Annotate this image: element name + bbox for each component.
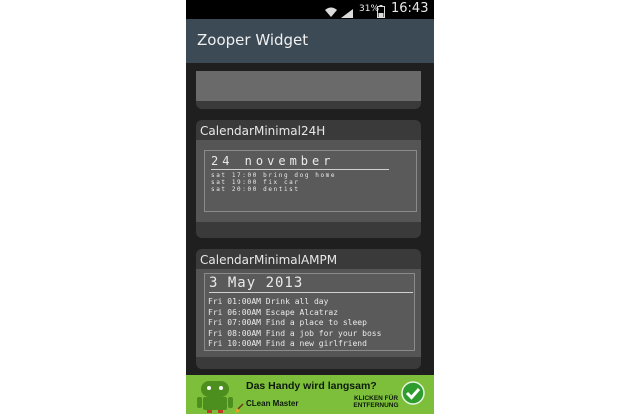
checkmark-icon[interactable] <box>401 381 425 409</box>
calendar-event: Fri 01:00AM Drink all day <box>208 297 329 306</box>
ad-banner[interactable]: Das Handy wird langsam? CLean Master KLI… <box>186 375 434 414</box>
calendar-date: 24 november <box>211 154 335 168</box>
calendar-event: Fri 06:00AM Escape Alcatraz <box>208 307 339 317</box>
widget-preview-partial <box>196 71 421 101</box>
widget-card-calendar-minimal-ampm[interactable]: CalendarMinimalAMPM 3 May 2013 Fri 01:00… <box>196 249 421 369</box>
calendar-event: Fri 10:00AM Find a new girlfriend <box>208 339 367 348</box>
broom-icon <box>234 399 245 414</box>
calendar-event: sat 20:00 dentist <box>211 186 300 193</box>
calendar-divider <box>211 169 389 170</box>
ad-cta-line: KLICKEN FÜR <box>353 395 399 402</box>
calendar-widget-preview: 24 november sat 17:00 bring dog home sat… <box>204 150 417 212</box>
widget-card-partial[interactable] <box>196 71 421 109</box>
calendar-event: sat 19:00 fix car <box>211 179 300 186</box>
calendar-date: 3 May 2013 <box>209 275 304 291</box>
app-bar: Zooper Widget <box>186 19 434 63</box>
battery-percent: 31% <box>359 4 380 14</box>
ad-cta-text[interactable]: KLICKEN FÜR ENTFERNUNG <box>350 395 402 409</box>
widget-card-title: CalendarMinimalAMPM <box>200 253 338 267</box>
ad-cta-line: ENTFERNUNG <box>353 402 399 409</box>
status-clock: 16:43 <box>391 1 429 16</box>
widget-card-title: CalendarMinimal24H <box>200 124 326 138</box>
status-bar: 31% 16:43 <box>186 0 434 19</box>
calendar-divider <box>209 292 413 293</box>
phone-screen: 31% 16:43 Zooper Widget CalendarMinimal2… <box>186 0 434 414</box>
android-robot-icon <box>195 377 235 414</box>
ad-headline: Das Handy wird langsam? <box>246 380 377 392</box>
calendar-event-list: sat 17:00 bring dog home sat 19:00 fix c… <box>211 172 336 193</box>
app-title: Zooper Widget <box>197 31 309 49</box>
calendar-event: Fri 08:00AM Find a job for your boss <box>208 328 382 338</box>
calendar-widget-preview: 3 May 2013 Fri 01:00AM Drink all day Fri… <box>204 273 415 351</box>
widget-card-calendar-minimal-24h[interactable]: CalendarMinimal24H 24 november sat 17:00… <box>196 120 421 238</box>
calendar-event: sat 17:00 bring dog home <box>211 172 337 179</box>
ad-brand: CLean Master <box>246 399 299 408</box>
widget-list[interactable]: CalendarMinimal24H 24 november sat 17:00… <box>186 63 434 375</box>
calendar-event-list: Fri 01:00AM Drink all day Fri 06:00AM Es… <box>208 297 381 350</box>
calendar-event: Fri 07:00AM Find a place to sleep <box>208 318 367 327</box>
